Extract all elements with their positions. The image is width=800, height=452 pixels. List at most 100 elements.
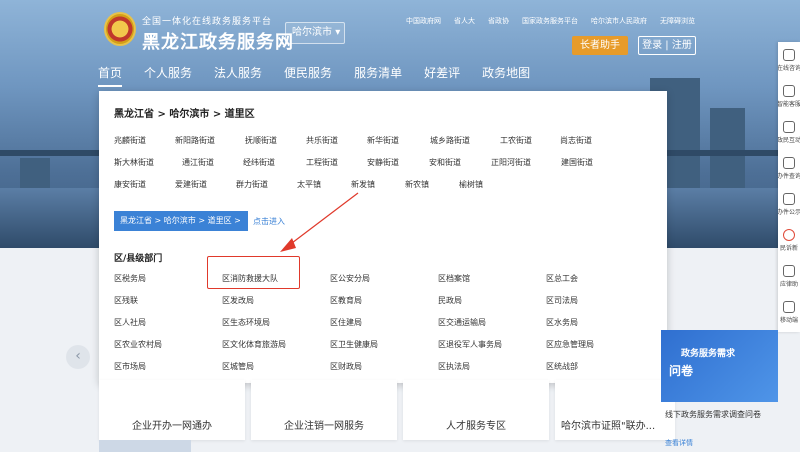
street-link[interactable]: 安静街道 [367,157,429,168]
nav-service-list[interactable]: 服务清单 [354,64,402,87]
location-box[interactable]: 黑龙江省 > 哈尔滨市 > 道里区 > [114,211,248,231]
service-card[interactable]: 人才服务专区 [403,380,549,440]
dept-link[interactable]: 区卫生健康局 [330,339,438,350]
top-link[interactable]: 无障碍浏览 [660,16,695,26]
dept-link[interactable]: 区文化体育旅游局 [222,339,330,350]
street-link[interactable]: 共乐街道 [306,135,367,146]
enter-link[interactable]: 点击进入 [253,216,285,227]
nav-personal[interactable]: 个人服务 [144,64,192,87]
street-link[interactable]: 建国街道 [561,157,593,168]
dept-row: 区残联 区发改局 区教育局 民政局 区司法局 [114,289,654,311]
nav-home[interactable]: 首页 [98,64,123,87]
dept-link[interactable]: 区公安分局 [330,273,438,284]
street-link[interactable]: 城乡路街道 [430,135,500,146]
dept-link[interactable]: 区总工会 [546,273,654,284]
dept-link[interactable]: 区住建局 [330,317,438,328]
city-select[interactable]: 哈尔滨市 ▾ [285,22,345,44]
dept-link[interactable]: 区市场局 [114,361,222,372]
street-link[interactable]: 榆树镇 [459,179,483,190]
login-link[interactable]: 登录 [642,40,662,51]
dept-link[interactable]: 区水务局 [546,317,654,328]
nav-rating[interactable]: 好差评 [424,64,460,87]
top-link[interactable]: 中国政府网 [406,16,441,26]
top-link[interactable]: 国家政务服务平台 [522,16,578,26]
street-link[interactable]: 太平镇 [297,179,351,190]
street-link[interactable]: 经纬街道 [243,157,306,168]
dept-link[interactable]: 区发改局 [222,295,330,306]
street-row: 斯大林街道 通江街道 经纬街道 工程街道 安静街道 安和街道 正阳河街道 建国街… [114,151,654,173]
dept-link[interactable]: 民政局 [438,295,546,306]
street-link[interactable]: 尚志街道 [560,135,592,146]
street-link[interactable]: 安和街道 [429,157,491,168]
toolbar-mobile[interactable]: 移动端 [778,294,800,330]
street-link[interactable]: 抚顺街道 [245,135,306,146]
street-link[interactable]: 通江街道 [182,157,243,168]
survey-banner[interactable]: 政务服务需求 问卷 [661,330,778,402]
toolbar-smart-service[interactable]: 智能客服 [778,78,800,114]
nav-corporate[interactable]: 法人服务 [214,64,262,87]
service-card[interactable]: 企业注销一网服务 [251,380,397,440]
login-register[interactable]: 登录 | 注册 [638,36,696,55]
street-link[interactable]: 新农镇 [405,179,459,190]
dept-link[interactable]: 区司法局 [546,295,654,306]
dept-link[interactable]: 区生态环境局 [222,317,330,328]
dept-link[interactable]: 区农业农村局 [114,339,222,350]
top-link[interactable]: 哈尔滨市人民政府 [591,16,647,26]
promo-caption[interactable]: 线下政务服务需求调查问卷 [665,409,761,420]
top-links: 中国政府网 省人大 省政协 国家政务服务平台 哈尔滨市人民政府 无障碍浏览 [406,16,695,26]
elder-assistant-button[interactable]: 长者助手 [572,36,628,55]
street-link[interactable]: 新阳路街道 [175,135,245,146]
street-link[interactable]: 斯大林街道 [114,157,182,168]
dept-link[interactable]: 区退役军人事务局 [438,339,546,350]
dept-link[interactable]: 区人社局 [114,317,222,328]
dept-link[interactable]: 区残联 [114,295,222,306]
street-link[interactable]: 兆麟街道 [114,135,175,146]
street-link[interactable]: 正阳河街道 [491,157,561,168]
register-link[interactable]: 注册 [672,40,692,51]
street-link[interactable]: 爱建街道 [175,179,236,190]
toolbar-complaint[interactable]: 民诉新 [778,222,800,258]
site-title[interactable]: 黑龙江政务服务网 [142,28,294,54]
city-select-value: 哈尔滨市 [292,27,332,38]
dept-row: 区税务局 区消防救援大队 区公安分局 区档案馆 区总工会 [114,267,654,289]
dept-link[interactable]: 区档案馆 [438,273,546,284]
toolbar-online-consult[interactable]: 在线咨询 [778,42,800,78]
carousel-prev-button[interactable]: ‹ [66,345,90,369]
dept-link[interactable]: 区教育局 [330,295,438,306]
nav-convenience[interactable]: 便民服务 [284,64,332,87]
toolbar-query[interactable]: 办件查询 [778,150,800,186]
nav-map[interactable]: 政务地图 [482,64,530,87]
chevron-down-icon: ▾ [335,27,341,38]
main-nav: 首页 个人服务 法人服务 便民服务 服务清单 好差评 政务地图 [98,64,552,87]
street-link[interactable]: 康安街道 [114,179,175,190]
highlight-frame [207,256,300,289]
dept-link[interactable]: 区税务局 [114,273,222,284]
dept-link[interactable]: 区应急管理局 [546,339,654,350]
document-icon [783,192,795,205]
toolbar-label: 应律助 [779,280,798,288]
street-link[interactable]: 群力街道 [236,179,297,190]
chat-icon [783,48,795,61]
toolbar-label: 移动端 [779,316,798,324]
promo-more-link[interactable]: 查看详情 [665,438,693,448]
street-list: 兆麟街道 新阳路街道 抚顺街道 共乐街道 新华街道 城乡路街道 工农街道 尚志街… [114,129,654,195]
dept-section-title: 区/县级部门 [114,254,163,264]
toolbar-public[interactable]: 办件公示 [778,186,800,222]
toolbar-label: 办件公示 [778,208,800,216]
dept-link[interactable]: 区执法局 [438,361,546,372]
street-link[interactable]: 新发镇 [351,179,405,190]
right-toolbar: 在线咨询 智能客服 政民互动 办件查询 办件公示 民诉新 应律助 移动端 [778,42,800,332]
dept-link[interactable]: 区城管局 [222,361,330,372]
service-card[interactable]: 哈尔滨市证照"联办... [555,380,675,440]
street-link[interactable]: 工程街道 [306,157,367,168]
top-link[interactable]: 省人大 [454,16,475,26]
dept-link[interactable]: 区交通运输局 [438,317,546,328]
top-link[interactable]: 省政协 [488,16,509,26]
dept-link[interactable]: 区财政局 [330,361,438,372]
toolbar-help[interactable]: 应律助 [778,258,800,294]
street-link[interactable]: 新华街道 [367,135,430,146]
dept-link[interactable]: 区统战部 [546,361,654,372]
street-link[interactable]: 工农街道 [500,135,560,146]
toolbar-interaction[interactable]: 政民互动 [778,114,800,150]
service-card[interactable]: 企业开办一网通办 [99,380,245,440]
